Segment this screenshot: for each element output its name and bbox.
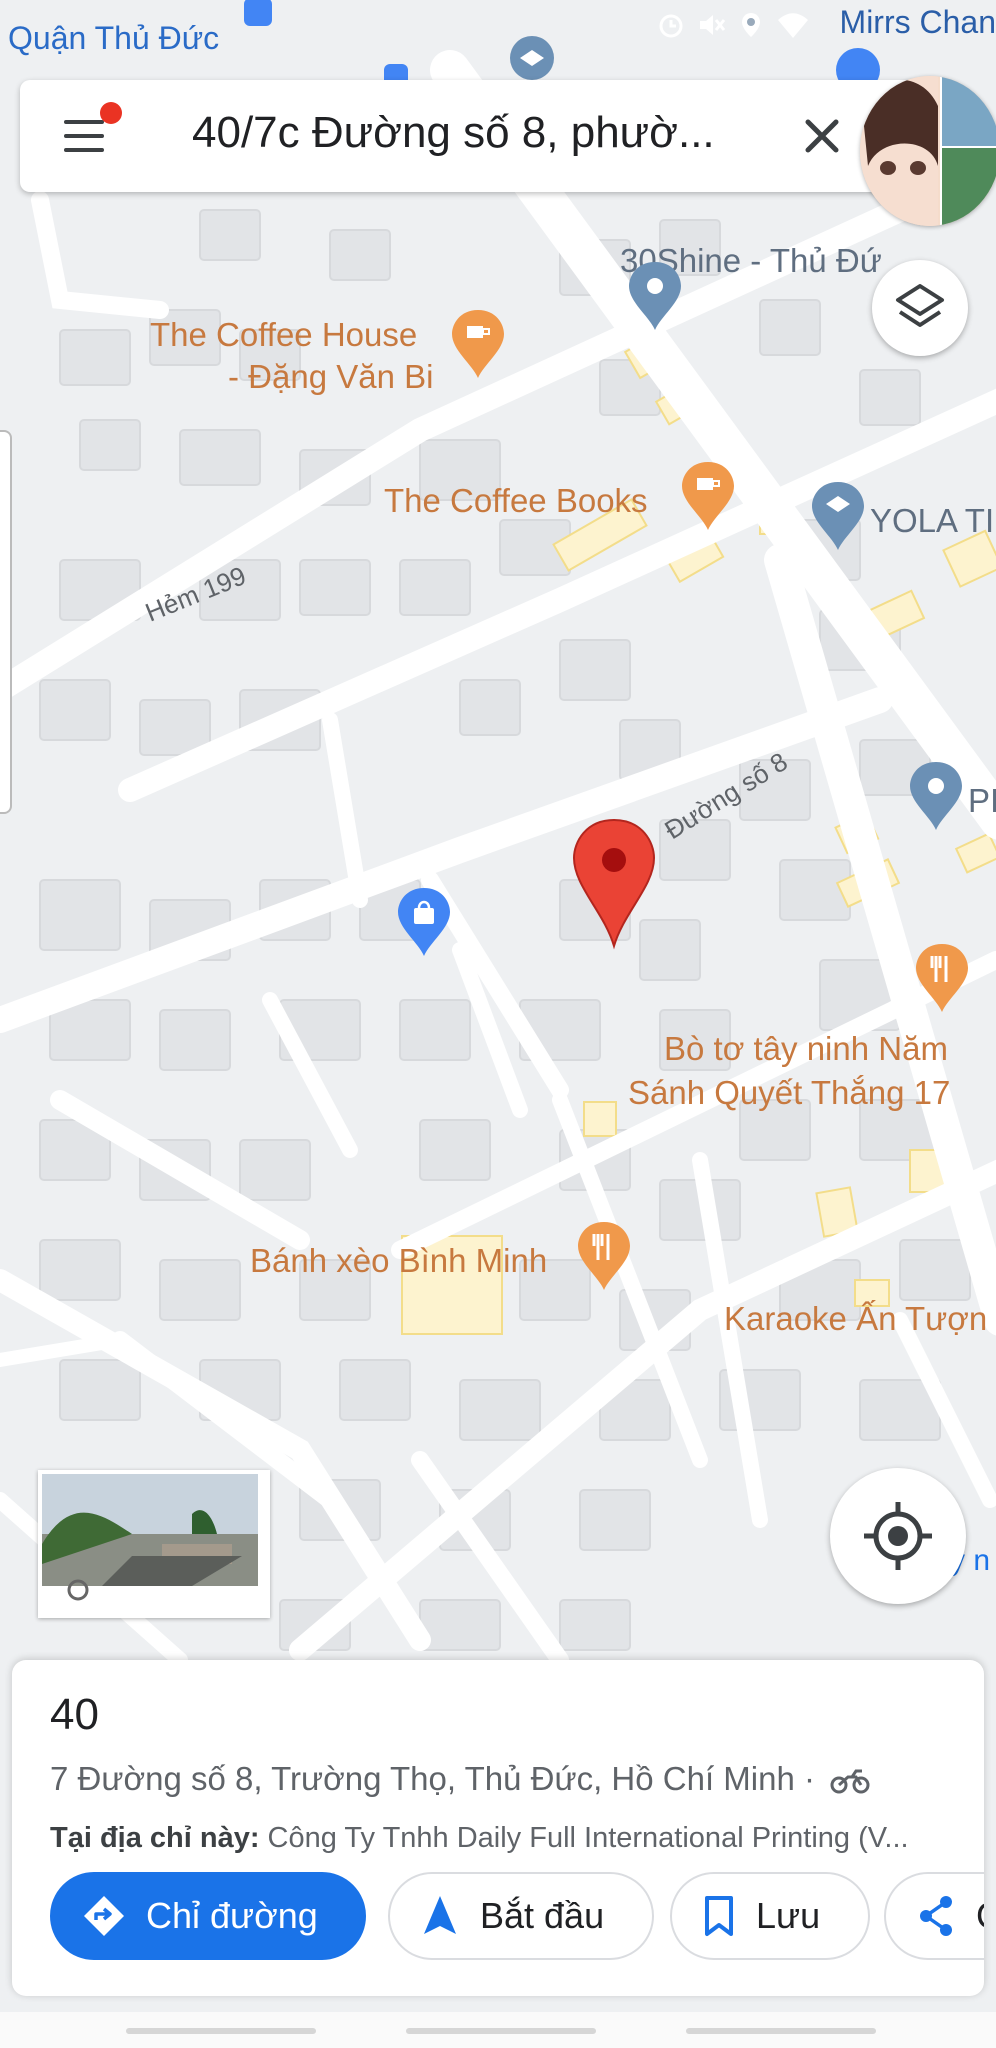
place-card[interactable]: 40 7 Đường số 8, Trường Thọ, Thủ Đức, Hồ… — [12, 1660, 984, 1996]
account-avatar[interactable] — [860, 76, 996, 226]
mute-icon — [696, 10, 726, 40]
menu-icon[interactable] — [60, 116, 108, 156]
poi-label-pi[interactable]: PI — [968, 782, 996, 819]
close-icon[interactable] — [798, 112, 846, 160]
poi-label-bo-to-2[interactable]: Sánh Quyết Thắng 17 — [628, 1074, 950, 1111]
status-background-label: Quận Thủ Đức — [8, 20, 220, 56]
poi-label-coffee-books[interactable]: The Coffee Books — [384, 482, 648, 519]
wifi-icon — [776, 10, 808, 40]
bookmark-icon — [705, 1896, 733, 1936]
status-carrier-text: Mirrs Chan — [839, 4, 996, 40]
place-at-label: Tại địa chỉ này: — [50, 1822, 260, 1854]
place-address: 7 Đường số 8, Trường Thọ, Thủ Đức, Hồ Ch… — [50, 1760, 870, 1798]
share-icon — [920, 1896, 952, 1936]
navigation-arrow-icon — [424, 1896, 456, 1934]
save-button[interactable]: Lưu — [670, 1872, 870, 1960]
search-query[interactable]: 40/7c Đường số 8, phườ... — [192, 108, 772, 158]
poi-label-banh-xeo[interactable]: Bánh xèo Bình Minh — [250, 1242, 547, 1279]
system-navigation-bar — [0, 2012, 996, 2048]
poi-label-karaoke[interactable]: Karaoke Ấn Tượn — [724, 1300, 987, 1337]
place-at-value: Công Ty Tnhh Daily Full International Pr… — [259, 1822, 909, 1854]
side-panel-handle[interactable] — [0, 430, 12, 814]
status-bar: Quận Thủ Đức Mirrs Chan — [0, 0, 996, 60]
location-status-icon — [736, 10, 766, 40]
save-label: Lưu — [756, 1895, 821, 1936]
start-label: Bắt đầu — [480, 1895, 605, 1936]
share-button[interactable]: C — [884, 1872, 984, 1960]
nav-recents-handle[interactable] — [686, 2028, 876, 2034]
poi-label-coffee-house-2[interactable]: - Đặng Văn Bi — [228, 358, 433, 395]
place-at-address: Tại địa chỉ này: Công Ty Tnhh Daily Full… — [50, 1822, 970, 1855]
share-label: C — [976, 1895, 984, 1937]
poi-label-coffee-house[interactable]: The Coffee House — [150, 316, 417, 353]
poi-label-bo-to-1[interactable]: Bò tơ tây ninh Năm — [664, 1030, 948, 1067]
layers-button[interactable] — [872, 260, 968, 356]
street-view-thumbnail[interactable] — [38, 1470, 270, 1618]
poi-label-yola[interactable]: YOLA TI — [870, 502, 994, 539]
notification-dot — [100, 102, 122, 124]
place-title: 40 — [50, 1690, 99, 1739]
motorcycle-icon — [830, 1769, 870, 1794]
layers-icon — [896, 284, 944, 327]
place-address-text: 7 Đường số 8, Trường Thọ, Thủ Đức, Hồ Ch… — [50, 1760, 825, 1797]
search-bar[interactable]: 40/7c Đường số 8, phườ... — [20, 80, 920, 192]
directions-label: Chỉ đường — [146, 1895, 318, 1936]
place-actions: Chỉ đường Bắt đầu Lưu — [50, 1872, 984, 1960]
directions-icon — [84, 1896, 124, 1936]
my-location-button[interactable] — [830, 1468, 966, 1604]
crosshair-icon — [864, 1502, 932, 1570]
start-button[interactable]: Bắt đầu — [388, 1872, 654, 1960]
nav-home-handle[interactable] — [406, 2028, 596, 2034]
directions-button[interactable]: Chỉ đường — [50, 1872, 366, 1960]
maps-app: Hẻm 199 Đường số 8 30Shine - Thủ Đứ The … — [0, 0, 996, 2048]
status-icons — [656, 10, 808, 40]
alarm-icon — [656, 10, 686, 40]
nav-back-handle[interactable] — [126, 2028, 316, 2034]
